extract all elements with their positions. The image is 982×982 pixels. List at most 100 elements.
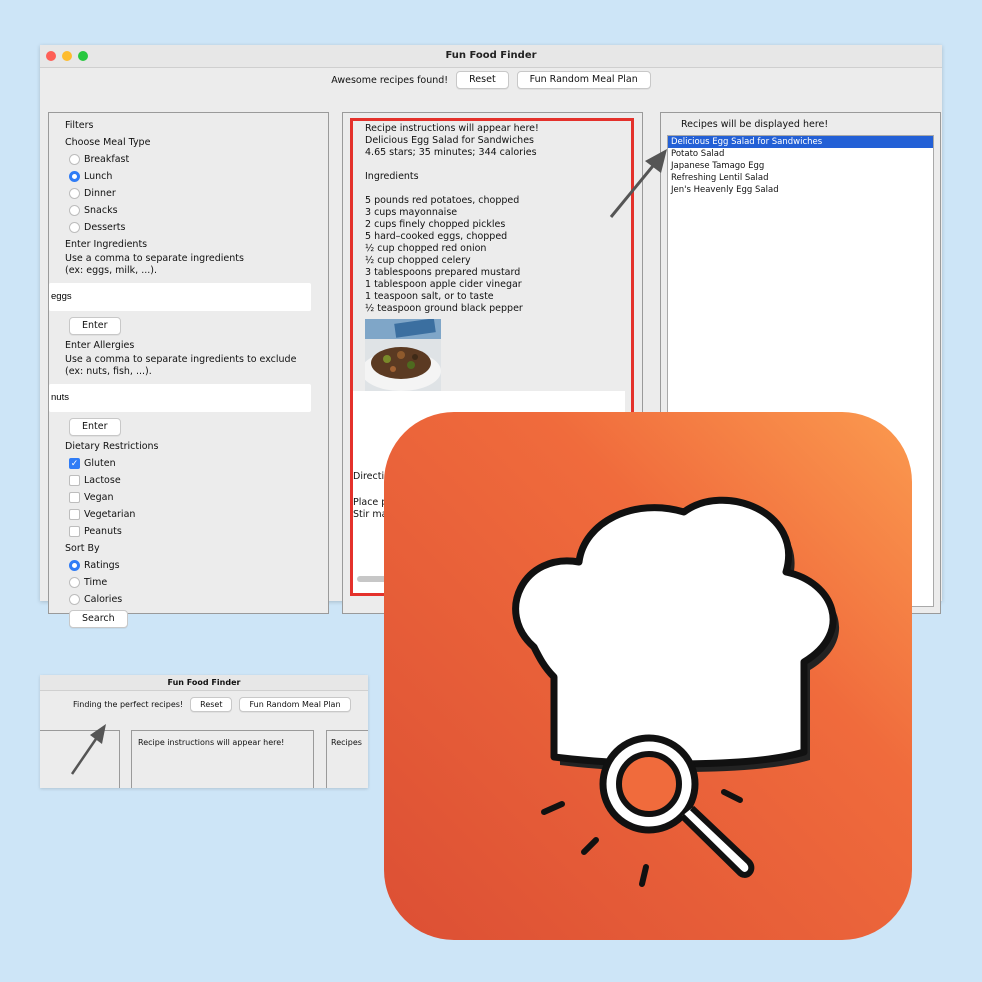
dietary-option-label: Peanuts [84, 526, 122, 537]
sort-option[interactable]: Calories [49, 591, 328, 608]
title-bar: Fun Food Finder [40, 45, 942, 68]
directions-line-1: Place p [353, 497, 388, 508]
secondary-results-heading: Recipes [331, 738, 362, 747]
meal-type-option[interactable]: Dinner [49, 185, 328, 202]
secondary-recipe-panel: Recipe instructions will appear here! [131, 730, 314, 788]
recipe-stats: 4.65 stars; 35 minutes; 344 calories [365, 147, 537, 158]
checkbox[interactable] [69, 492, 80, 503]
ingredient-line: 5 pounds red potatoes, chopped [365, 195, 520, 206]
ingredient-line: 1 teaspoon salt, or to taste [365, 291, 494, 302]
dietary-option-label: Vegan [84, 492, 114, 503]
secondary-toolbar: Finding the perfect recipes! Reset Fun R… [40, 694, 368, 714]
ingredient-line: 5 hard–cooked eggs, chopped [365, 231, 508, 242]
ingredient-line: ½ cup chopped red onion [365, 243, 487, 254]
checkbox[interactable] [69, 509, 80, 520]
allergies-input[interactable] [49, 384, 311, 412]
radio-button[interactable] [69, 577, 80, 588]
allergies-label: Enter Allergies [65, 340, 135, 351]
reset-button[interactable]: Reset [456, 71, 509, 89]
directions-line-2: Stir ma [353, 509, 388, 520]
dietary-option[interactable]: ✓ Gluten [49, 455, 328, 472]
radio-button[interactable] [69, 594, 80, 605]
ingredients-heading: Ingredients [365, 171, 419, 182]
dietary-option[interactable]: Lactose [49, 472, 328, 489]
dietary-option-label: Gluten [84, 458, 116, 469]
arrow-icon [70, 724, 106, 775]
sort-option[interactable]: Ratings [49, 557, 328, 574]
app-icon [384, 412, 912, 940]
secondary-random-meal-plan-button[interactable]: Fun Random Meal Plan [239, 696, 351, 712]
random-meal-plan-button[interactable]: Fun Random Meal Plan [516, 71, 651, 89]
dietary-option-label: Vegetarian [84, 509, 136, 520]
ingredient-line: 3 tablespoons prepared mustard [365, 267, 521, 278]
secondary-recipe-placeholder: Recipe instructions will appear here! [138, 738, 285, 747]
radio-button[interactable] [69, 154, 80, 165]
ingredients-enter-button[interactable]: Enter [69, 317, 121, 335]
dietary-option[interactable]: Vegan [49, 489, 328, 506]
meal-type-option[interactable]: Desserts [49, 219, 328, 236]
recipe-name: Delicious Egg Salad for Sandwiches [365, 135, 534, 146]
meal-type-option-label: Desserts [84, 222, 126, 233]
radio-button[interactable] [69, 205, 80, 216]
sort-option-label: Ratings [84, 560, 120, 571]
secondary-reset-button[interactable]: Reset [190, 696, 233, 712]
window-title: Fun Food Finder [445, 50, 537, 61]
recipe-list-item[interactable]: Delicious Egg Salad for Sandwiches [668, 136, 933, 148]
meal-type-option-label: Dinner [84, 188, 116, 199]
secondary-window: Fun Food Finder Finding the perfect reci… [40, 675, 368, 788]
chef-hat-icon [384, 412, 912, 940]
ingredients-example: (ex: eggs, milk, ...). [65, 265, 157, 276]
meal-type-option[interactable]: Snacks [49, 202, 328, 219]
results-heading: Recipes will be displayed here! [681, 119, 829, 130]
meal-type-option-label: Snacks [84, 205, 118, 216]
dietary-option-label: Lactose [84, 475, 121, 486]
checkbox[interactable] [69, 475, 80, 486]
ingredients-input[interactable] [49, 283, 311, 311]
dietary-option[interactable]: Vegetarian [49, 506, 328, 523]
dietary-option[interactable]: Peanuts [49, 523, 328, 540]
sort-option-label: Calories [84, 594, 123, 605]
sort-option-label: Time [84, 577, 108, 588]
search-button[interactable]: Search [69, 610, 128, 628]
filters-panel: Filters Choose Meal Type Breakfast Lunch D… [48, 112, 329, 628]
ingredient-line: ½ teaspoon ground black pepper [365, 303, 523, 314]
minimize-window-button[interactable] [62, 51, 72, 61]
ingredient-line: 1 tablespoon apple cider vinegar [365, 279, 522, 290]
filters-heading: Filters [65, 120, 94, 131]
top-toolbar: Awesome recipes found! Reset Fun Random … [40, 67, 942, 93]
meal-type-option-label: Breakfast [84, 154, 130, 165]
ingredients-hint: Use a comma to separate ingredients [65, 253, 244, 264]
directions-heading: Directi [353, 471, 385, 482]
ingredient-line: ½ cup chopped celery [365, 255, 471, 266]
recipe-list-item[interactable]: Potato Salad [668, 148, 933, 160]
window-controls [46, 51, 88, 61]
allergies-hint: Use a comma to separate ingredients to e… [65, 354, 297, 365]
ingredient-line: 3 cups mayonnaise [365, 207, 458, 218]
recipe-list-item[interactable]: Japanese Tamago Egg [668, 160, 933, 172]
meal-type-label: Choose Meal Type [65, 137, 151, 148]
radio-button[interactable] [69, 222, 80, 233]
recipe-photo [365, 319, 441, 393]
radio-button[interactable] [69, 560, 80, 571]
checkbox[interactable]: ✓ [69, 458, 80, 469]
radio-button[interactable] [69, 171, 80, 182]
secondary-status-text: Finding the perfect recipes! [73, 699, 184, 709]
meal-type-option-label: Lunch [84, 171, 113, 182]
secondary-window-title: Fun Food Finder [40, 675, 368, 691]
secondary-results-panel: Recipes [326, 730, 368, 788]
recipe-list-item[interactable]: Refreshing Lentil Salad [668, 172, 933, 184]
sort-label: Sort By [65, 543, 100, 554]
ingredient-line: 2 cups finely chopped pickles [365, 219, 506, 230]
zoom-window-button[interactable] [78, 51, 88, 61]
recipe-placeholder: Recipe instructions will appear here! [365, 123, 539, 134]
sort-option[interactable]: Time [49, 574, 328, 591]
meal-type-option[interactable]: Breakfast [49, 151, 328, 168]
ingredients-label: Enter Ingredients [65, 239, 148, 250]
close-window-button[interactable] [46, 51, 56, 61]
checkbox[interactable] [69, 526, 80, 537]
recipe-list-item[interactable]: Jen's Heavenly Egg Salad [668, 184, 933, 196]
radio-button[interactable] [69, 188, 80, 199]
dietary-label: Dietary Restrictions [65, 441, 159, 452]
allergies-enter-button[interactable]: Enter [69, 418, 121, 436]
meal-type-option[interactable]: Lunch [49, 168, 328, 185]
